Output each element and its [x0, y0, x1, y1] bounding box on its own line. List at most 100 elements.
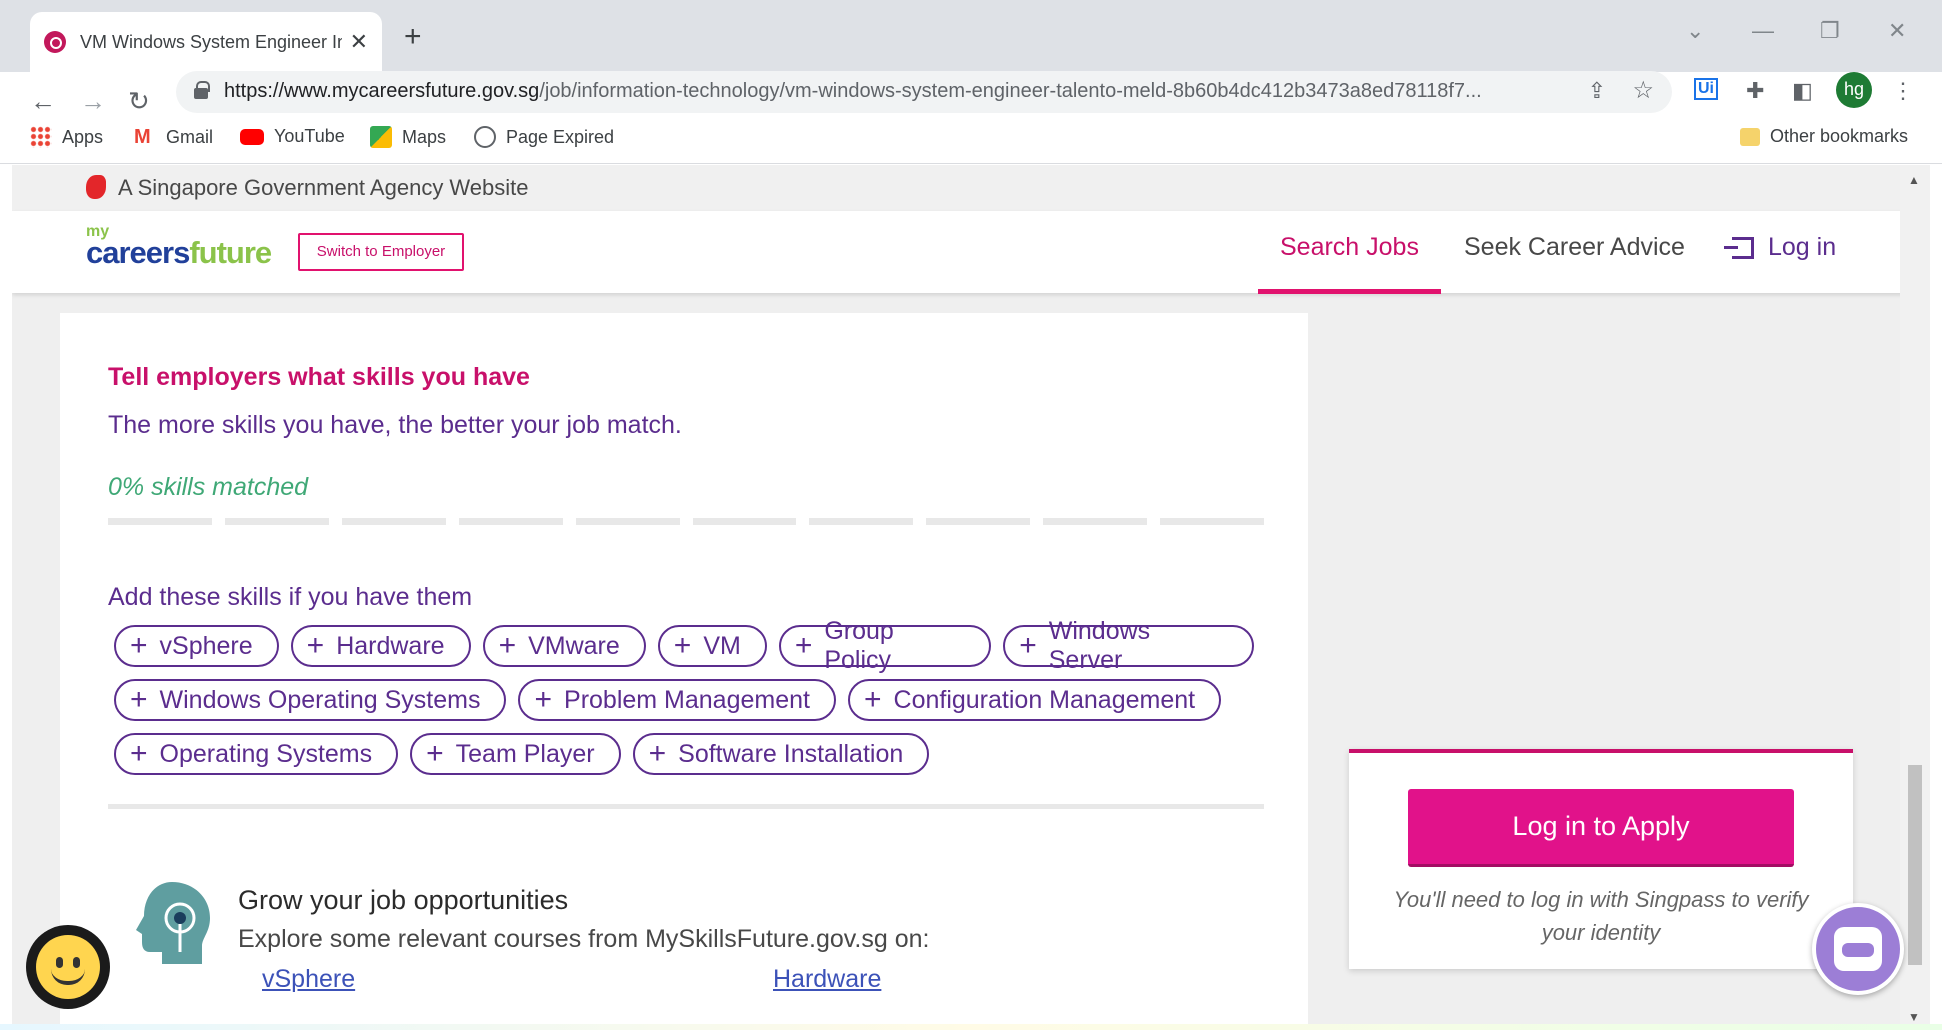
chip-label: Hardware: [336, 631, 445, 660]
gov-banner: A Singapore Government Agency Website: [12, 165, 1914, 211]
bottom-edge: [0, 1024, 1942, 1030]
logo-careers-text: careers: [86, 235, 190, 270]
skill-chip-vsphere[interactable]: + vSphere: [114, 625, 279, 667]
skill-chip-operating-systems[interactable]: + Operating Systems: [114, 733, 399, 775]
plus-icon: +: [130, 683, 148, 716]
skill-chip-problem-management[interactable]: + Problem Management: [518, 679, 836, 721]
forward-icon[interactable]: →: [80, 86, 106, 117]
nav-login[interactable]: Log in: [1724, 233, 1837, 262]
restore-icon[interactable]: ❐: [1820, 18, 1840, 44]
plus-icon: +: [498, 629, 517, 662]
folder-icon: [1740, 127, 1760, 146]
chip-label: VM: [703, 631, 741, 660]
plus-icon: +: [673, 629, 692, 662]
close-window-icon[interactable]: ✕: [1888, 18, 1906, 44]
bookmark-label: Apps: [62, 126, 104, 147]
skill-chip-windows-server[interactable]: + Windows Server: [1003, 617, 1254, 674]
progress-segment: [458, 518, 563, 525]
progress-segment: [692, 518, 797, 525]
progress-segment: [341, 518, 446, 525]
chip-label: VMware: [528, 631, 620, 660]
chip-label: Configuration Management: [893, 685, 1196, 714]
skill-chip-team-player[interactable]: + Team Player: [410, 733, 621, 775]
url-text[interactable]: https://www.mycareersfuture.gov.sg/job/i…: [224, 80, 1564, 103]
bookmark-star-icon[interactable]: ☆: [1632, 76, 1654, 105]
skill-chip-group-policy[interactable]: + Group Policy: [778, 617, 992, 674]
skill-chip-configuration-management[interactable]: + Configuration Management: [847, 679, 1222, 721]
skills-match-progress: [108, 518, 1265, 526]
mycareersfuture-logo[interactable]: my careersfuture: [86, 224, 272, 270]
progress-segment: [108, 518, 212, 525]
chip-label: Team Player: [455, 739, 595, 768]
bookmark-apps[interactable]: Apps: [30, 126, 103, 148]
scroll-down-icon[interactable]: ▼: [1908, 1010, 1920, 1024]
progress-segment: [575, 518, 680, 525]
course-link-vsphere[interactable]: vSphere: [262, 965, 355, 994]
lock-icon[interactable]: [194, 81, 210, 99]
plus-icon: +: [130, 629, 148, 662]
bookmark-youtube[interactable]: YouTube: [240, 126, 345, 147]
apps-grid-icon: [30, 126, 52, 148]
chip-label: vSphere: [159, 631, 253, 660]
uipath-extension-icon[interactable]: Ui: [1694, 78, 1718, 100]
other-bookmarks[interactable]: Other bookmarks: [1740, 126, 1908, 147]
chip-label: Software Installation: [678, 739, 904, 768]
browser-tab[interactable]: VM Windows System Engineer In ✕: [30, 12, 382, 72]
back-icon[interactable]: ←: [30, 86, 56, 117]
bookmark-maps[interactable]: Maps: [370, 126, 446, 148]
gov-banner-text: A Singapore Government Agency Website: [118, 175, 529, 200]
skill-chip-windows-operating-systems[interactable]: + Windows Operating Systems: [114, 679, 507, 721]
extensions-icon[interactable]: ✚: [1746, 78, 1764, 104]
address-bar[interactable]: https://www.mycareersfuture.gov.sg/job/i…: [176, 71, 1672, 113]
plus-icon: +: [306, 629, 325, 662]
plus-icon: +: [863, 683, 882, 716]
skills-heading: Tell employers what skills you have: [108, 363, 530, 391]
head-learning-icon: [136, 882, 210, 964]
apply-panel: Log in to Apply You'll need to log in wi…: [1349, 749, 1853, 969]
gmail-icon: M: [134, 126, 151, 148]
minimize-icon[interactable]: —: [1752, 18, 1774, 44]
plus-icon: +: [794, 629, 813, 662]
progress-segment: [1160, 518, 1265, 525]
bookmark-label: YouTube: [274, 126, 345, 146]
site-header: my careersfuture Switch to Employer Sear…: [12, 211, 1914, 294]
skill-chip-software-installation[interactable]: + Software Installation: [632, 733, 930, 775]
switch-to-employer-button[interactable]: Switch to Employer: [298, 233, 464, 271]
chip-label: Group Policy: [824, 617, 894, 674]
bookmark-page-expired[interactable]: Page Expired: [474, 126, 614, 148]
scrollbar-thumb[interactable]: [1908, 765, 1922, 965]
smiley-face-icon: [36, 935, 100, 999]
skill-chip-hardware[interactable]: + Hardware: [290, 625, 471, 667]
plus-icon: +: [130, 737, 148, 770]
bookmark-gmail[interactable]: M Gmail: [134, 126, 213, 148]
profile-avatar[interactable]: hg: [1836, 72, 1872, 108]
singpass-note: You'll need to log in with Singpass to v…: [1393, 887, 1809, 945]
nav-seek-career-advice[interactable]: Seek Career Advice: [1464, 233, 1685, 262]
feedback-smiley-button[interactable]: [26, 925, 110, 1009]
skill-chip-vmware[interactable]: + VMware: [482, 625, 646, 667]
browser-tab-strip: VM Windows System Engineer In ✕ + ⌄ — ❐ …: [0, 0, 1942, 72]
youtube-icon: [240, 128, 264, 145]
other-bookmarks-label: Other bookmarks: [1770, 126, 1909, 146]
reload-icon[interactable]: ↻: [128, 86, 150, 117]
side-panel-icon[interactable]: ◧: [1792, 78, 1813, 104]
page-scrollbar[interactable]: ▲ ▼: [1900, 165, 1930, 1030]
chip-label: Problem Management: [564, 685, 810, 714]
login-icon: [1724, 237, 1754, 260]
skill-chip-vm[interactable]: + VM: [657, 625, 767, 667]
scroll-up-icon[interactable]: ▲: [1908, 173, 1920, 187]
grow-title: Grow your job opportunities: [238, 885, 569, 915]
nav-search-jobs[interactable]: Search Jobs: [1258, 233, 1441, 294]
chatbot-button[interactable]: [1812, 903, 1904, 995]
nav-login-label: Log in: [1768, 233, 1837, 261]
share-icon[interactable]: ⇪: [1588, 78, 1606, 104]
close-tab-icon[interactable]: ✕: [350, 29, 368, 55]
course-link-hardware[interactable]: Hardware: [773, 965, 881, 994]
login-to-apply-button[interactable]: Log in to Apply: [1408, 789, 1794, 867]
grow-subtitle: Explore some relevant courses from MySki…: [238, 925, 930, 953]
tab-search-icon[interactable]: ⌄: [1686, 18, 1704, 44]
browser-menu-icon[interactable]: ⋮: [1892, 78, 1914, 104]
skills-matched-text: 0% skills matched: [108, 473, 309, 501]
logo-future-text: future: [189, 235, 272, 270]
new-tab-icon[interactable]: +: [404, 20, 422, 54]
